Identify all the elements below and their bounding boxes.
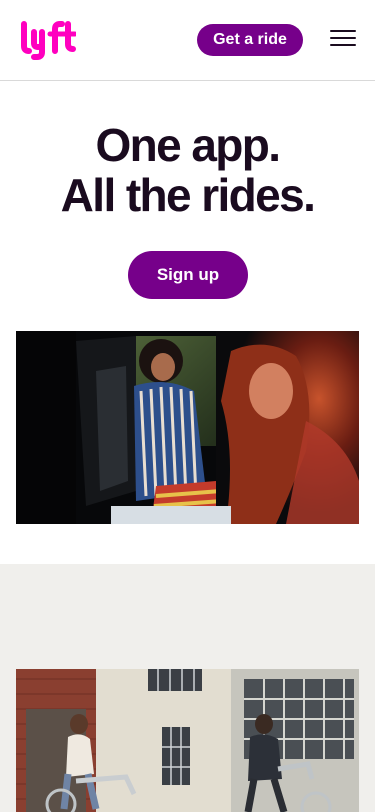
hero-title: One app. All the rides. xyxy=(0,120,375,220)
bike-photo xyxy=(16,669,359,812)
hamburger-menu-icon[interactable] xyxy=(328,26,358,50)
lyft-logo[interactable] xyxy=(20,20,76,60)
hero-title-line-2: All the rides. xyxy=(60,169,316,221)
menu-line xyxy=(330,30,356,32)
menu-line xyxy=(330,37,356,39)
site-header: Get a ride xyxy=(0,0,375,81)
hero-photo xyxy=(16,331,359,524)
menu-line xyxy=(330,44,356,46)
hero-title-line-1: One app. xyxy=(95,119,281,171)
get-a-ride-button[interactable]: Get a ride xyxy=(197,24,303,56)
sign-up-button[interactable]: Sign up xyxy=(128,251,248,299)
